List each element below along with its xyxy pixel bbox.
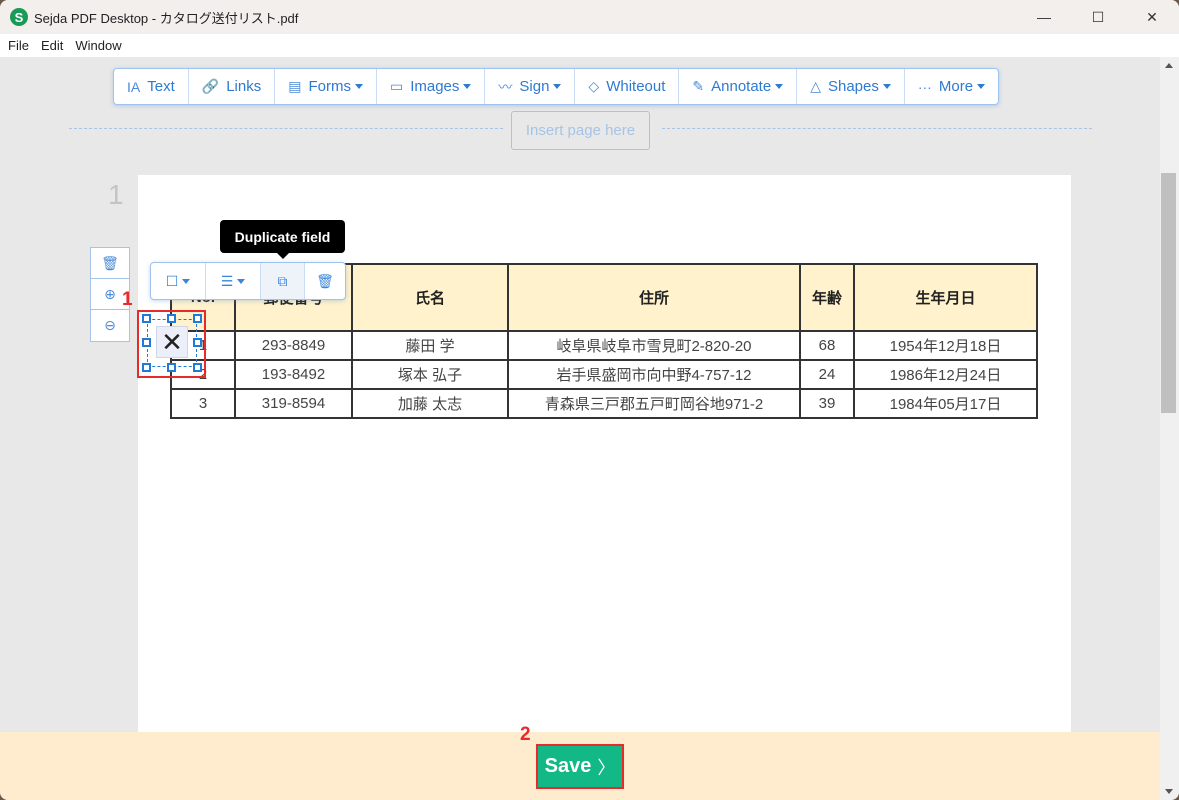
cell-name: 加藤 太志 [351, 388, 509, 419]
sign-tool-button[interactable]: 〰 Sign [485, 69, 576, 104]
cell-postal-code: 193-8492 [234, 359, 353, 390]
copy-icon: ⧉ [277, 272, 288, 289]
window-title: Sejda PDF Desktop - カタログ送付リスト.pdf [34, 10, 299, 26]
scroll-thumb[interactable] [1161, 173, 1176, 413]
annotate-tool-button[interactable]: ✎ Annotate [679, 69, 798, 104]
header-age: 年齢 [799, 263, 855, 332]
links-tool-button[interactable]: 🔗 Links [189, 69, 276, 104]
table-row: 3 319-8594 加藤 太志 青森県三戸郡五戸町岡谷地971-2 39 19… [170, 388, 1038, 419]
cell-address: 岩手県盛岡市向中野4-757-12 [507, 359, 801, 390]
shapes-tool-button[interactable]: △ Shapes [797, 69, 905, 104]
text-icon: IA [127, 78, 141, 95]
minimize-button[interactable]: — [1017, 0, 1071, 34]
text-tool-label: Text [147, 78, 175, 95]
shapes-tool-label: Shapes [827, 78, 879, 95]
ellipsis-icon: ··· [917, 78, 932, 95]
annotate-tool-label: Annotate [711, 78, 772, 95]
cell-birthdate: 1984年05月17日 [853, 388, 1038, 419]
images-tool-label: Images [410, 78, 460, 95]
menu-edit[interactable]: Edit [37, 38, 67, 53]
chevron-down-icon [775, 84, 784, 89]
more-tool-button[interactable]: ··· More [905, 69, 998, 104]
forms-icon: ▤ [288, 78, 302, 94]
sejda-logo-icon: S [10, 8, 28, 26]
cell-address: 岐阜県岐阜市雪見町2-820-20 [507, 330, 801, 361]
insert-divider-right [662, 128, 1092, 129]
duplicate-field-button[interactable]: ⧉ [261, 263, 305, 299]
menu-bar: File Edit Window [0, 34, 1179, 57]
links-tool-label: Links [226, 78, 262, 95]
header-name: 氏名 [351, 263, 509, 332]
field-toolbar: ☐ ☰ ⧉ 🗑 [150, 262, 346, 300]
cell-address: 青森県三戸郡五戸町岡谷地971-2 [507, 388, 801, 419]
cell-age: 68 [799, 330, 855, 361]
save-footer: Save 〉 2 [0, 724, 1160, 800]
pen-icon: ✎ [692, 78, 705, 94]
cell-age: 24 [799, 359, 855, 390]
editor-area: IA Text 🔗 Links ▤ Forms ▭ Images 〰 Sign ◇ Whit… [0, 57, 1160, 732]
zoom-out-icon[interactable]: ⊖ [91, 310, 129, 341]
page-number: 1 [108, 179, 124, 210]
forms-tool-button[interactable]: ▤ Forms [275, 69, 377, 104]
whiteout-tool-label: Whiteout [606, 78, 666, 95]
field-options-button[interactable]: ☰ [206, 263, 261, 299]
header-birthdate: 生年月日 [853, 263, 1038, 332]
chevron-down-icon [977, 84, 986, 89]
chevron-down-icon [237, 278, 246, 284]
annotation-box-2 [536, 744, 624, 789]
scroll-up-icon[interactable] [1165, 63, 1173, 68]
cell-birthdate: 1954年12月18日 [853, 330, 1038, 361]
text-tool-button[interactable]: IA Text [114, 69, 189, 104]
cell-postal-code: 293-8849 [234, 330, 353, 361]
more-tool-label: More [938, 78, 974, 95]
link-icon: 🔗 [201, 78, 220, 94]
insert-page-button[interactable]: Insert page here [511, 111, 650, 150]
cell-age: 39 [799, 388, 855, 419]
chevron-down-icon [182, 278, 191, 284]
title-bar: S Sejda PDF Desktop - カタログ送付リスト.pdf — ☐ … [0, 0, 1179, 34]
field-type-button[interactable]: ☐ [151, 263, 206, 299]
chevron-down-icon [354, 84, 363, 89]
cell-no: 3 [170, 388, 236, 419]
chevron-down-icon [553, 84, 562, 89]
annotation-box-1 [137, 310, 206, 378]
scroll-down-icon[interactable] [1165, 789, 1173, 794]
cell-postal-code: 319-8594 [234, 388, 353, 419]
cell-birthdate: 1986年12月24日 [853, 359, 1038, 390]
menu-file[interactable]: File [4, 38, 33, 53]
annotation-label-1: 1 [122, 289, 133, 310]
image-icon: ▭ [389, 78, 404, 94]
cell-name: 塚本 弘子 [351, 359, 509, 390]
vertical-scrollbar[interactable] [1160, 57, 1179, 800]
close-button[interactable]: ✕ [1125, 0, 1179, 34]
duplicate-field-tooltip: Duplicate field [220, 220, 345, 259]
app-window: S Sejda PDF Desktop - カタログ送付リスト.pdf — ☐ … [0, 0, 1179, 800]
list-icon: ☰ [220, 272, 234, 289]
main-toolbar: IA Text 🔗 Links ▤ Forms ▭ Images 〰 Sign ◇ Whit… [113, 68, 1000, 105]
trash-icon: 🗑 [316, 272, 334, 289]
chevron-down-icon [882, 84, 891, 89]
table-row: 1 293-8849 藤田 学 岐阜県岐阜市雪見町2-820-20 68 195… [170, 330, 1038, 361]
cell-name: 藤田 学 [351, 330, 509, 361]
delete-page-icon[interactable]: 🗑 [91, 248, 129, 279]
checkbox-icon: ☐ [165, 272, 179, 289]
forms-tool-label: Forms [308, 78, 351, 95]
header-address: 住所 [507, 263, 801, 332]
eraser-icon: ◇ [588, 78, 600, 94]
table-row: 2 193-8492 塚本 弘子 岩手県盛岡市向中野4-757-12 24 19… [170, 359, 1038, 390]
shapes-icon: △ [810, 78, 821, 94]
maximize-button[interactable]: ☐ [1071, 0, 1125, 34]
delete-field-button[interactable]: 🗑 [305, 263, 345, 299]
sign-tool-label: Sign [519, 78, 550, 95]
images-tool-button[interactable]: ▭ Images [377, 69, 486, 104]
menu-window[interactable]: Window [71, 38, 125, 53]
annotation-label-2: 2 [520, 724, 531, 745]
whiteout-tool-button[interactable]: ◇ Whiteout [575, 69, 680, 104]
signature-icon: 〰 [498, 78, 513, 95]
insert-divider-left [69, 128, 503, 129]
chevron-down-icon [463, 84, 472, 89]
